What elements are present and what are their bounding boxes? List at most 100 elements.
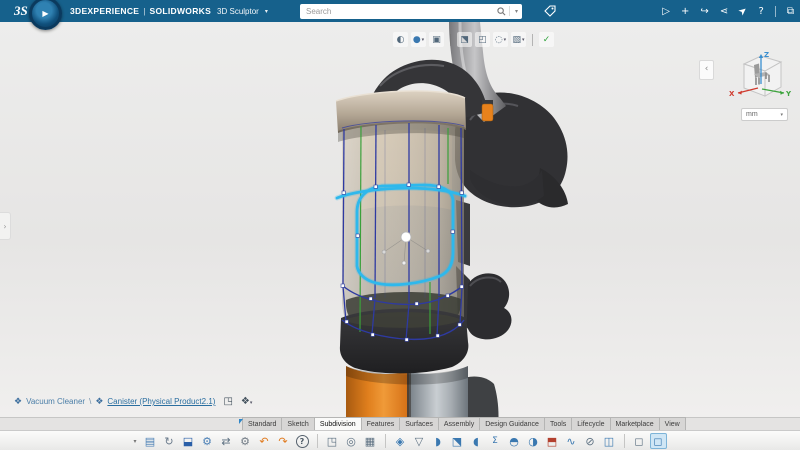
app-window: 3S ▶ 3DEXPERIENCE | SOLIDWORKS 3D Sculpt… [0, 0, 800, 450]
panel-collapse-icon[interactable]: ‹ [699, 60, 714, 80]
toolbar-separator [385, 434, 386, 448]
viewport-toolbar: ◐ ●▾ ▣ ⬔ ◰ ◌▾ ▧▾ ✓ [393, 32, 554, 47]
tab-standard[interactable]: Standard [242, 417, 282, 430]
tab-surfaces[interactable]: Surfaces [399, 417, 439, 430]
display-mode-icon[interactable]: ❖▾ [241, 396, 252, 407]
database-icon[interactable]: ◎ [343, 433, 360, 449]
action-bar: ▾ ▤ ↻ ⬓ ⚙ ⇄ ⚙ ↶ ↷ ? ◳ ◎ ▦ ◈ ▽ ◗ ⬔ ◖ Σ ◓ … [0, 430, 800, 450]
tab-lifecycle[interactable]: Lifecycle [571, 417, 610, 430]
thicken-icon[interactable]: ◓ [506, 433, 523, 449]
topbar-icons: ▷ + ↪ ⋖ ➤ ? ⧉ [662, 0, 794, 22]
units-dropdown[interactable]: mm ▾ [741, 108, 788, 121]
sphere-modify-icon[interactable]: ◑ [525, 433, 542, 449]
primitive-shape-icon[interactable]: ◈ [392, 433, 409, 449]
lower-body[interactable] [346, 366, 468, 417]
render-style-icon[interactable]: ◐ [393, 32, 408, 47]
material-sphere-icon[interactable]: ●▾ [411, 32, 426, 47]
sync-settings-icon[interactable]: ⚙ [199, 433, 216, 449]
brand-divider: | [143, 6, 145, 16]
brand-label: 3DEXPERIENCE [70, 6, 139, 16]
3d-viewport[interactable]: ◐ ●▾ ▣ ⬔ ◰ ◌▾ ▧▾ ✓ ‹ [0, 22, 800, 417]
flex-bend-icon[interactable]: ∿ [563, 433, 580, 449]
y-axis-label: Y [785, 90, 792, 98]
offset-surface-icon[interactable]: ◫ [601, 433, 618, 449]
split-surface-icon[interactable]: ◖ [468, 433, 485, 449]
caret-down-icon[interactable]: ▾ [504, 37, 507, 43]
collaborate-icon[interactable]: ⋖ [720, 6, 728, 17]
refresh-icon[interactable]: ↻ [161, 433, 178, 449]
breadcrumb-current-link[interactable]: Canister (Physical Product2.1) [107, 397, 215, 406]
insert-mode-icon[interactable]: ◳ [223, 396, 232, 407]
help-circle-icon[interactable]: ? [294, 433, 311, 449]
topbar-separator [775, 6, 776, 17]
section-icon[interactable]: ◰ [475, 32, 490, 47]
rocket-icon[interactable]: ➤ [737, 4, 750, 18]
app-name-label[interactable]: 3D Sculptor [217, 7, 259, 16]
caret-down-icon[interactable]: ▾ [422, 37, 425, 43]
play-icon[interactable]: ▷ [662, 6, 670, 17]
tab-subdivision[interactable]: Subdivision [314, 417, 362, 430]
product-label: SOLIDWORKS [149, 6, 211, 16]
design-table-icon[interactable]: ◳ [324, 433, 341, 449]
trim-surface-icon[interactable]: ⬔ [449, 433, 466, 449]
paste-icon[interactable]: ▤ [142, 433, 159, 449]
vacuum-cleaner-model[interactable] [0, 22, 800, 417]
update-check-icon[interactable]: ✓ [539, 32, 554, 47]
tab-view[interactable]: View [659, 417, 686, 430]
z-axis-label: Z [764, 51, 769, 59]
toolbar-separator [317, 434, 318, 448]
part-icon: ❖ [95, 397, 103, 407]
app-title: 3DEXPERIENCE | SOLIDWORKS 3D Sculptor ▾ [70, 0, 268, 22]
search-icon[interactable] [497, 7, 506, 16]
delete-face-icon[interactable]: ⬒ [544, 433, 561, 449]
settings-icon[interactable]: ⚙ [237, 433, 254, 449]
tab-sketch[interactable]: Sketch [281, 417, 314, 430]
view-options-icon[interactable]: ◌▾ [493, 32, 508, 47]
motor-housing[interactable] [455, 92, 568, 266]
pattern-grid-icon[interactable]: ▦ [362, 433, 379, 449]
manipulator-sphere[interactable] [401, 232, 411, 242]
annotate-icon[interactable]: ⬔ [457, 32, 472, 47]
search-input[interactable] [304, 6, 497, 17]
app-switcher-caret-icon[interactable]: ▾ [265, 8, 268, 15]
tab-marketplace[interactable]: Marketplace [610, 417, 660, 430]
snapshot-icon[interactable]: ▣ [429, 32, 444, 47]
undo-icon[interactable]: ↶ [256, 433, 273, 449]
search-caret-icon[interactable]: ▾ [515, 8, 518, 15]
breadcrumb-root[interactable]: Vacuum Cleaner [26, 397, 85, 406]
left-panel-expand-icon[interactable]: › [0, 212, 11, 240]
tab-design-guidance[interactable]: Design Guidance [479, 417, 545, 430]
fill-funnel-icon[interactable]: ▽ [411, 433, 428, 449]
caret-down-icon[interactable]: ▾ [522, 37, 525, 43]
view-triad[interactable]: X Y Z [728, 48, 794, 111]
redo-icon[interactable]: ↷ [275, 433, 292, 449]
tag-icon[interactable] [544, 4, 556, 22]
box-primitive-icon[interactable]: ◻ [631, 433, 648, 449]
breadcrumb-separator: \ [89, 397, 91, 406]
breadcrumb: ❖ Vacuum Cleaner \ ❖ Canister (Physical … [14, 396, 252, 407]
toolbar-overflow-icon[interactable]: ▾ [133, 438, 136, 445]
view-cube-icon[interactable]: ▧▾ [511, 32, 526, 47]
tab-assembly[interactable]: Assembly [438, 417, 480, 430]
loft-icon[interactable]: Σ [487, 433, 504, 449]
tab-tools[interactable]: Tools [544, 417, 572, 430]
units-value: mm [746, 111, 758, 118]
tab-features[interactable]: Features [361, 417, 401, 430]
help-icon[interactable]: ? [759, 6, 764, 17]
toolbar-separator [450, 34, 451, 46]
add-icon[interactable]: + [681, 6, 689, 17]
save-icon[interactable]: ⬓ [180, 433, 197, 449]
top-bar: 3S ▶ 3DEXPERIENCE | SOLIDWORKS 3D Sculpt… [0, 0, 800, 22]
swap-icon[interactable]: ⇄ [218, 433, 235, 449]
revolve-cut-icon[interactable]: ⊘ [582, 433, 599, 449]
fullscreen-icon[interactable]: ⧉ [787, 6, 794, 17]
share-icon[interactable]: ↪ [700, 6, 708, 17]
latch-button[interactable] [482, 104, 493, 121]
search-bar: ▾ [300, 4, 522, 19]
toolbar-separator [532, 34, 533, 46]
search-divider [509, 6, 510, 16]
bottom-cap[interactable] [340, 309, 468, 374]
extend-surface-icon[interactable]: ◗ [430, 433, 447, 449]
caret-down-icon: ▾ [250, 400, 253, 406]
subdivision-primitive-icon[interactable]: ◻ [650, 433, 667, 449]
